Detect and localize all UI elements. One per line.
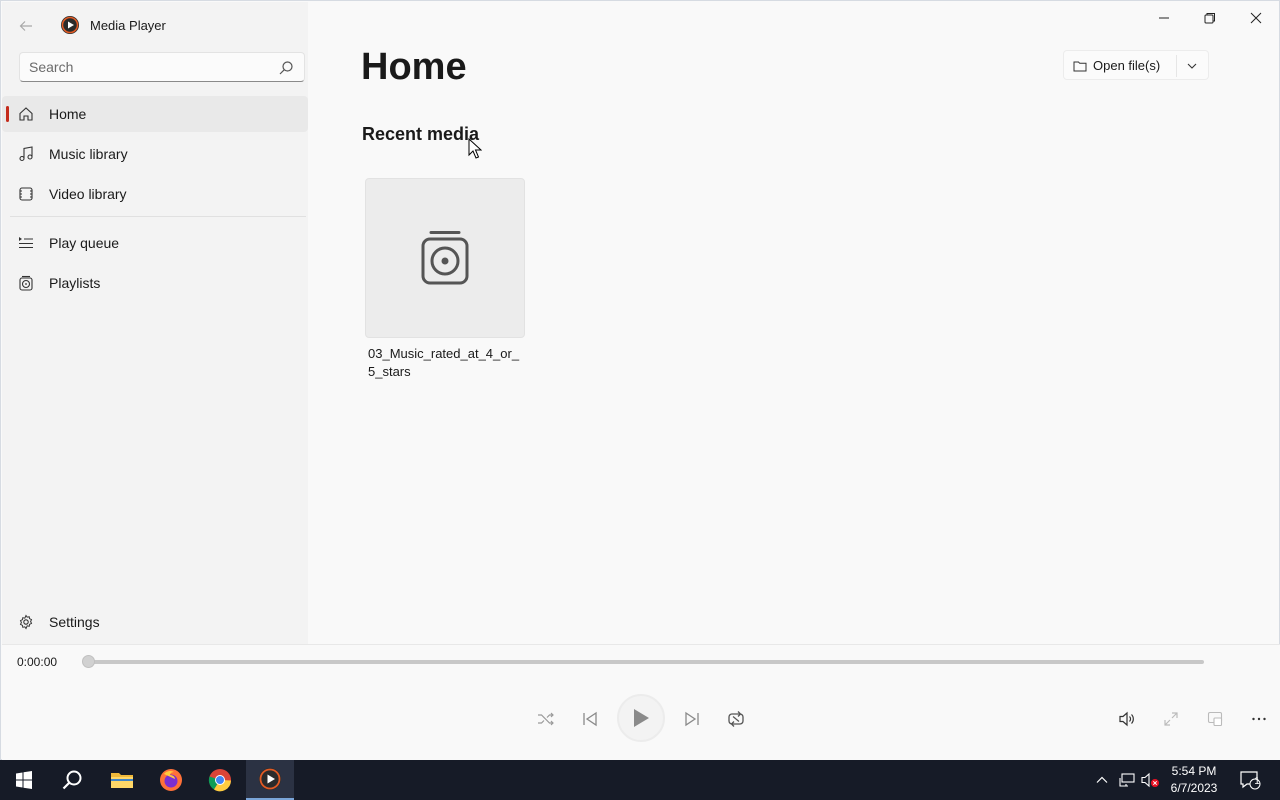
- main-content: Home Open file(s) Recent media 03_Music_…: [309, 2, 1279, 644]
- playlist-icon: [19, 275, 33, 291]
- folder-icon: [1073, 61, 1087, 72]
- window-controls: [1141, 2, 1279, 34]
- notification-count: 1: [1254, 776, 1260, 787]
- close-icon: [1250, 12, 1262, 24]
- taskbar: 5:54 PM 6/7/2023 1: [0, 760, 1280, 800]
- player-bar: 0:00:00: [2, 644, 1280, 760]
- seek-thumb[interactable]: [82, 655, 95, 668]
- recent-media-item[interactable]: 03_Music_rated_at_4_or_5_stars: [365, 178, 525, 381]
- media-player-logo-icon: [60, 15, 80, 35]
- page-title: Home: [361, 46, 467, 88]
- film-icon: [19, 187, 33, 201]
- search-input[interactable]: [29, 59, 269, 75]
- skip-previous-icon: [583, 711, 597, 727]
- show-hidden-icons-button[interactable]: [1092, 760, 1112, 800]
- volume-icon: [1119, 711, 1134, 727]
- chrome-icon: [208, 769, 231, 792]
- expand-icon: [1164, 712, 1178, 726]
- playlist-icon: [421, 231, 469, 285]
- sidebar-item-label: Playlists: [49, 275, 101, 291]
- open-files-label: Open file(s): [1093, 58, 1161, 73]
- sidebar-item-label: Play queue: [49, 235, 120, 251]
- media-player-window: Media Player Home Music library Video li…: [0, 0, 1280, 760]
- chevron-up-icon: [1096, 776, 1108, 783]
- minimize-icon: [1159, 17, 1169, 19]
- minimize-button[interactable]: [1141, 2, 1187, 34]
- network-status[interactable]: [1116, 760, 1138, 800]
- folder-icon: [111, 773, 133, 788]
- sidebar-item-label: Settings: [49, 614, 100, 630]
- sidebar-item-music-library[interactable]: Music library: [2, 136, 308, 172]
- media-thumbnail[interactable]: [365, 178, 525, 338]
- clock-time: 5:54 PM: [1171, 764, 1217, 778]
- back-button[interactable]: [14, 14, 38, 38]
- app-title: Media Player: [90, 18, 166, 33]
- mini-player-icon: [1207, 711, 1223, 727]
- taskbar-media-player[interactable]: [246, 760, 294, 800]
- media-title: 03_Music_rated_at_4_or_5_stars: [368, 346, 520, 379]
- repeat-icon: [728, 711, 744, 727]
- open-files-button[interactable]: Open file(s): [1063, 50, 1209, 80]
- skip-next-icon: [685, 711, 699, 727]
- arrow-left-icon: [19, 21, 32, 31]
- chevron-down-icon[interactable]: [1186, 60, 1198, 72]
- split-divider: [1176, 55, 1177, 77]
- mini-player-button[interactable]: [1204, 708, 1226, 730]
- notification-center-button[interactable]: 1: [1232, 760, 1268, 800]
- close-button[interactable]: [1233, 2, 1279, 34]
- volume-muted-icon: [1141, 772, 1159, 788]
- sidebar: Media Player Home Music library Video li…: [2, 2, 308, 644]
- taskbar-file-explorer[interactable]: [98, 760, 146, 800]
- repeat-button[interactable]: [725, 708, 747, 730]
- section-title: Recent media: [362, 124, 480, 144]
- search-icon: [62, 770, 82, 790]
- start-button[interactable]: [0, 760, 48, 800]
- media-player-icon: [259, 768, 281, 790]
- sidebar-item-playlists[interactable]: Playlists: [2, 265, 308, 301]
- windows-logo-icon: [16, 771, 32, 789]
- clock-date: 6/7/2023: [1170, 781, 1218, 795]
- search-icon[interactable]: [278, 60, 294, 76]
- more-icon: [1252, 717, 1266, 721]
- music-note-icon: [19, 146, 33, 162]
- nav-divider: [10, 216, 306, 217]
- shuffle-button[interactable]: [535, 708, 557, 730]
- shuffle-icon: [538, 712, 554, 726]
- taskbar-clock[interactable]: 5:54 PM 6/7/2023: [1164, 763, 1224, 797]
- sidebar-item-settings[interactable]: Settings: [2, 604, 308, 640]
- mouse-cursor-icon: [468, 138, 482, 159]
- next-button[interactable]: [681, 708, 703, 730]
- sidebar-item-home[interactable]: Home: [2, 96, 308, 132]
- taskbar-search-button[interactable]: [48, 760, 96, 800]
- more-options-button[interactable]: [1248, 708, 1270, 730]
- previous-button[interactable]: [579, 708, 601, 730]
- network-icon: [1119, 773, 1135, 787]
- taskbar-chrome[interactable]: [196, 760, 244, 800]
- seek-bar[interactable]: [86, 660, 1204, 664]
- sidebar-item-video-library[interactable]: Video library: [2, 176, 308, 212]
- full-screen-button[interactable]: [1160, 708, 1182, 730]
- restore-icon: [1204, 13, 1215, 24]
- firefox-icon: [160, 769, 182, 791]
- search-box[interactable]: [19, 52, 305, 82]
- nav-list: Home Music library Video library Play qu…: [2, 96, 308, 305]
- volume-status[interactable]: [1140, 760, 1162, 800]
- title-bar: Media Player: [2, 2, 308, 48]
- play-queue-icon: [19, 237, 33, 249]
- sidebar-item-play-queue[interactable]: Play queue: [2, 225, 308, 261]
- home-icon: [19, 107, 33, 121]
- volume-button[interactable]: [1116, 708, 1138, 730]
- current-time: 0:00:00: [17, 655, 58, 669]
- play-icon: [634, 709, 649, 727]
- play-button[interactable]: [617, 694, 665, 742]
- sidebar-item-label: Video library: [49, 186, 127, 202]
- gear-icon: [19, 614, 33, 630]
- sidebar-item-label: Music library: [49, 146, 128, 162]
- sidebar-item-label: Home: [49, 106, 87, 122]
- restore-button[interactable]: [1187, 2, 1233, 34]
- taskbar-firefox[interactable]: [147, 760, 195, 800]
